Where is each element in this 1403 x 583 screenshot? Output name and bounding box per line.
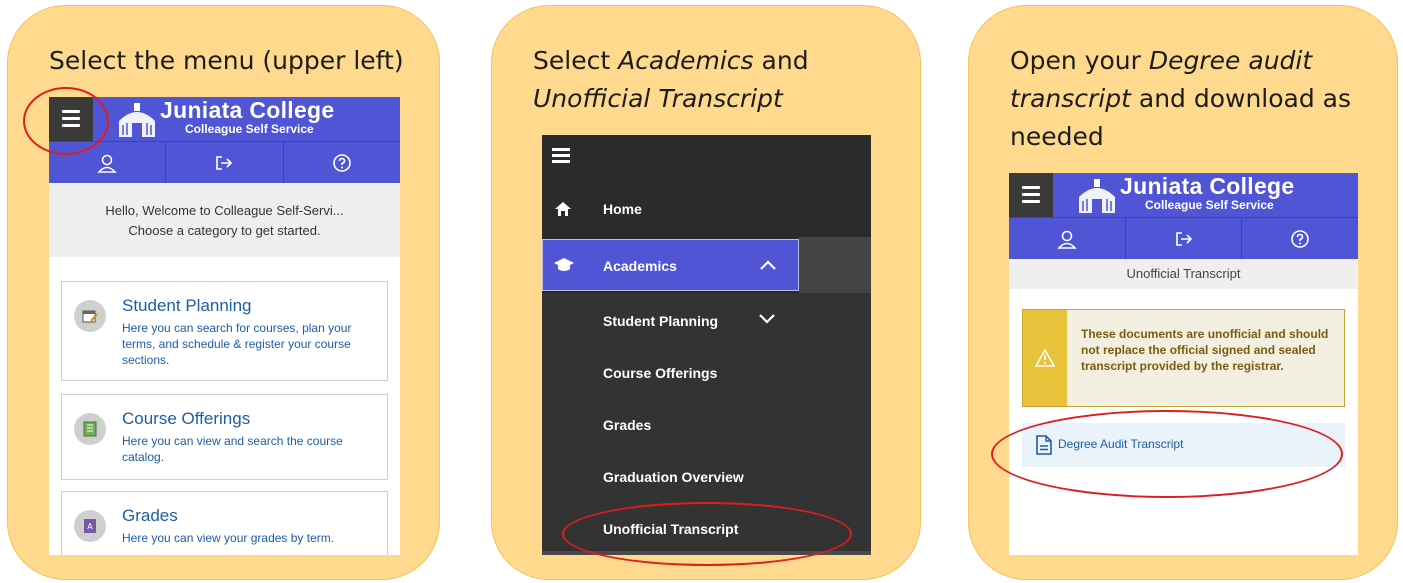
user-icon: [1057, 230, 1077, 249]
chevron-up-icon: [760, 260, 776, 270]
chevron-down-icon: [759, 314, 775, 324]
warning-text: These documents are unofficial and shoul…: [1081, 327, 1329, 373]
sign-out-button[interactable]: [166, 142, 284, 183]
help-icon: [333, 153, 351, 172]
card-grades[interactable]: A Grades Here you can view your grades b…: [61, 491, 388, 555]
step-panel-1: Select the menu (upper left) Juniata Col…: [7, 5, 440, 580]
card-description: Here you can view and search the course …: [122, 434, 343, 464]
menu-item-home[interactable]: Home: [542, 181, 871, 237]
card-student-planning[interactable]: Student Planning Here you can search for…: [61, 281, 388, 381]
menu-button[interactable]: [1009, 173, 1053, 217]
menu-button[interactable]: [552, 147, 574, 165]
card-title: Student Planning: [122, 296, 252, 315]
step-2-caption: Select Academics and Unofficial Transcri…: [533, 46, 809, 113]
brand-title: Juniata College: [160, 97, 335, 123]
menu-subitem-graduation-overview[interactable]: Graduation Overview: [542, 449, 871, 501]
brand-subtitle: Colleague Self Service: [1145, 198, 1274, 212]
sign-out-icon: [216, 155, 233, 170]
page-title: Unofficial Transcript: [1009, 259, 1358, 289]
home-icon: [555, 202, 571, 216]
graduation-cap-icon: [554, 258, 574, 271]
card-description: Here you can view your grades by term.: [122, 531, 335, 545]
brand-title: Juniata College: [1120, 173, 1295, 199]
highlight-ring-document: [991, 410, 1343, 498]
help-button[interactable]: [284, 142, 400, 183]
step-panel-3: Open your Degree audit transcript and do…: [968, 5, 1398, 580]
help-button[interactable]: [1242, 218, 1358, 259]
menu-item-academics-row: Academics: [542, 237, 871, 293]
card-title: Grades: [122, 506, 178, 525]
screenshot-menu: Home Academics Student Planning Course O…: [542, 135, 871, 555]
card-title: Course Offerings: [122, 409, 251, 428]
menu-label: Grades: [603, 417, 652, 433]
user-icon: [97, 154, 117, 173]
screenshot-home: Juniata College Colleague Self Service H…: [49, 97, 400, 555]
welcome-banner: Hello, Welcome to Colleague Self-Servi..…: [49, 183, 400, 257]
header-icon-bar: [49, 141, 400, 183]
app-header: Juniata College Colleague Self Service: [1009, 173, 1358, 217]
calendar-icon: [74, 300, 106, 332]
step-panel-2: Select Academics and Unofficial Transcri…: [491, 5, 921, 580]
menu-label: Student Planning: [603, 313, 719, 329]
menu-subitem-grades[interactable]: Grades: [542, 397, 871, 449]
menu-label: Course Offerings: [603, 365, 718, 381]
welcome-line-2: Choose a category to get started.: [128, 223, 321, 238]
sign-out-button[interactable]: [1126, 218, 1243, 259]
warning-icon: [1023, 310, 1067, 406]
step-3-caption: Open your Degree audit transcript and do…: [1010, 46, 1352, 151]
menu-label: Graduation Overview: [603, 469, 744, 485]
welcome-line-1: Hello, Welcome to Colleague Self-Servi..…: [105, 203, 344, 218]
book-icon: [74, 413, 106, 445]
card-description: Here you can search for courses, plan yo…: [122, 321, 352, 367]
menu-top-bar: [542, 135, 871, 181]
menu-label: Academics: [603, 258, 677, 274]
warning-notice: These documents are unofficial and shoul…: [1022, 309, 1345, 407]
college-logo-icon: [1079, 179, 1115, 213]
college-logo-icon: [119, 103, 155, 137]
highlight-ring-menu: [23, 87, 109, 155]
profile-button[interactable]: [1009, 218, 1126, 259]
brand-subtitle: Colleague Self Service: [185, 122, 314, 136]
highlight-ring-transcript: [562, 502, 852, 566]
menu-subitem-student-planning[interactable]: Student Planning: [542, 293, 871, 345]
svg-text:A: A: [87, 522, 93, 531]
header-icon-bar: [1009, 217, 1358, 259]
menu-item-academics[interactable]: Academics: [542, 239, 799, 291]
sign-out-icon: [1175, 231, 1192, 246]
grades-icon: A: [74, 510, 106, 542]
menu-subitem-course-offerings[interactable]: Course Offerings: [542, 345, 871, 397]
help-icon: [1291, 229, 1309, 248]
menu-label: Home: [603, 201, 642, 217]
card-course-offerings[interactable]: Course Offerings Here you can view and s…: [61, 394, 388, 480]
step-1-caption: Select the menu (upper left): [49, 46, 404, 75]
